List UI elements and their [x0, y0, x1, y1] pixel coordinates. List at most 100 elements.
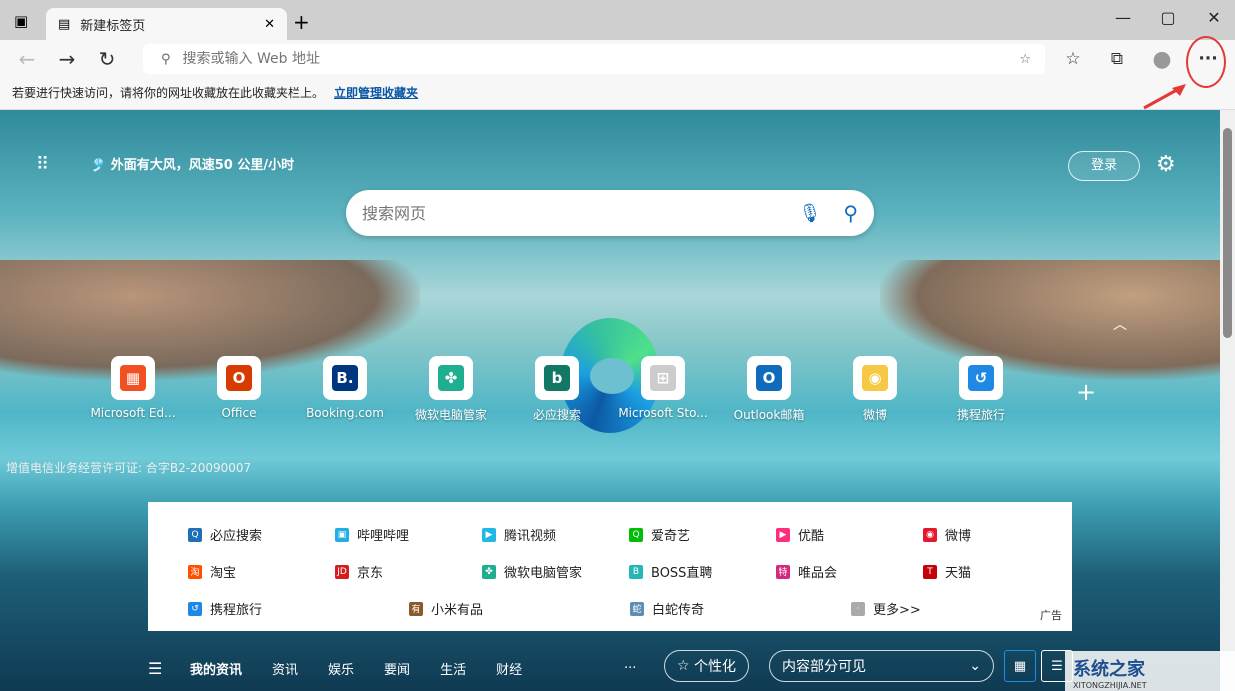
site-icon: 有 — [409, 601, 423, 616]
promoted-link[interactable]: ▶ 腾讯视频 — [482, 525, 629, 544]
chevron-down-icon: ⌄ — [969, 658, 981, 674]
address-input[interactable] — [182, 51, 1020, 67]
link-label: 微软电脑管家 — [504, 566, 583, 581]
add-site-icon[interactable]: + — [1076, 378, 1096, 406]
tab-actions-icon[interactable]: ▣ — [14, 12, 28, 30]
tile-label: Microsoft Sto... — [618, 406, 708, 420]
forward-icon[interactable]: → — [47, 47, 87, 71]
site-icon: Q — [629, 527, 643, 542]
refresh-icon[interactable]: ↻ — [87, 47, 127, 71]
promoted-link[interactable]: 有小米有品 — [409, 599, 630, 618]
site-icon: · — [851, 601, 865, 616]
promoted-link[interactable]: ✤ 微软电脑管家 — [482, 562, 629, 581]
quick-link-tile[interactable]: O Office — [186, 356, 292, 423]
tile-label: 必应搜索 — [532, 408, 581, 422]
link-label: 优酷 — [798, 529, 825, 544]
quick-link-tile[interactable]: B. Booking.com — [292, 356, 398, 423]
collections-icon[interactable]: ⧉ — [1103, 46, 1131, 72]
quick-link-tile[interactable]: ⊞ Microsoft Sto... — [610, 356, 716, 423]
visibility-select[interactable]: 内容部分可见 ⌄ — [769, 650, 994, 682]
site-icon: JD — [335, 564, 349, 579]
promoted-link[interactable]: · 更多>> — [851, 599, 1072, 618]
feed-tab[interactable]: 娱乐 — [328, 659, 354, 678]
link-label: 京东 — [357, 566, 384, 581]
tile-label: Microsoft Ed... — [90, 406, 176, 420]
site-icon: ◉ — [923, 527, 937, 542]
site-icon: B — [629, 564, 643, 579]
feed-tab[interactable]: 生活 — [440, 659, 466, 678]
promoted-link[interactable]: 蛇白蛇传奇 — [630, 599, 851, 618]
link-label: 唯品会 — [798, 566, 838, 581]
menu-icon[interactable]: ☰ — [148, 659, 162, 678]
grid-view-button[interactable]: ▦ — [1004, 650, 1036, 682]
web-search-box[interactable]: 🎙 ⚲ — [346, 190, 874, 236]
promoted-link[interactable]: ▶ 优酷 — [776, 525, 923, 544]
link-row: Q 必应搜索 ▣ 哔哩哔哩 ▶ 腾讯视频 Q 爱奇艺 ▶ 优酷 ◉ 微博 — [188, 516, 1072, 553]
promoted-link[interactable]: 淘淘宝 — [188, 562, 335, 581]
promoted-link[interactable]: ◉ 微博 — [923, 525, 1070, 544]
feed-tab[interactable]: 财经 — [496, 659, 522, 678]
site-icon: ▶ — [482, 527, 496, 542]
link-label: 哔哩哔哩 — [357, 529, 410, 544]
search-icon[interactable]: ⚲ — [843, 201, 858, 225]
address-bar[interactable]: ⚲ ☆ — [143, 44, 1045, 74]
web-search-input[interactable] — [362, 203, 799, 223]
scrollbar-thumb[interactable] — [1223, 128, 1232, 338]
link-label: 携程旅行 — [210, 603, 263, 618]
quick-links: ▦ Microsoft Ed... O Office B. Booking.com ✤ 微软电… — [80, 356, 1034, 423]
feed-tab-mine[interactable]: 我的资讯 — [190, 659, 242, 678]
weather-text[interactable]: 🎐 外面有大风，风速50 公里/小时 — [90, 154, 294, 173]
apps-launcher-icon[interactable]: ⠿ — [36, 154, 49, 175]
feed-tab[interactable]: 要闻 — [384, 659, 410, 678]
promoted-link[interactable]: 特唯品会 — [776, 562, 923, 581]
add-favorite-icon[interactable]: ☆ — [1019, 52, 1031, 67]
collapse-icon[interactable]: ︿ — [1113, 314, 1127, 334]
personalize-button[interactable]: ☆ 个性化 — [664, 650, 750, 682]
settings-icon[interactable]: ⚙ — [1156, 152, 1176, 177]
site-icon: T — [923, 564, 937, 579]
minimize-icon[interactable]: — — [1103, 8, 1143, 27]
site-icon: 淘 — [188, 564, 202, 579]
close-window-icon[interactable]: ✕ — [1194, 8, 1234, 27]
toolbar: ← → ↻ ⚲ ☆ ☆ ⧉ ● ··· — [0, 40, 1235, 78]
feed-nav: ☰ 我的资讯 资讯 娱乐 要闻 生活 财经 ··· ☆ 个性化 内容部分可见 ⌄ ▦ ☰ — [0, 645, 1220, 691]
back-icon[interactable]: ← — [7, 47, 47, 71]
feed-tab[interactable]: 资讯 — [272, 659, 298, 678]
tile-label: Office — [221, 406, 257, 420]
maximize-icon[interactable]: ▢ — [1148, 8, 1188, 27]
close-tab-icon[interactable]: ✕ — [264, 17, 275, 32]
promoted-link[interactable]: Q 爱奇艺 — [629, 525, 776, 544]
microphone-icon[interactable]: 🎙 — [798, 203, 821, 224]
manage-favorites-link[interactable]: 立即管理收藏夹 — [334, 86, 418, 100]
quick-link-tile[interactable]: O Outlook邮箱 — [716, 356, 822, 423]
site-icon: ↺ — [188, 601, 202, 616]
tab-title: 新建标签页 — [80, 18, 146, 34]
promoted-link[interactable]: ↺ 携程旅行 — [188, 599, 409, 618]
quick-link-tile[interactable]: ✤ 微软电脑管家 — [398, 356, 504, 423]
link-label: 小米有品 — [431, 603, 484, 618]
quick-link-tile[interactable]: ▦ Microsoft Ed... — [80, 356, 186, 423]
profile-icon[interactable]: ● — [1148, 46, 1176, 72]
quick-link-tile[interactable]: ↺ 携程旅行 — [928, 356, 1034, 423]
login-button[interactable]: 登录 — [1068, 151, 1140, 181]
promoted-link[interactable]: B BOSS直聘 — [629, 562, 776, 581]
new-tab-page: ⠿ 🎐 外面有大风，风速50 公里/小时 登录 ⚙ 🎙 ⚲ ︿ ▦ Microso… — [0, 110, 1220, 691]
tab-new-tab[interactable]: ▤ 新建标签页 ✕ — [46, 8, 287, 40]
favorites-bar: 若要进行快速访问，请将你的网址收藏放在此收藏夹栏上。 立即管理收藏夹 — [0, 78, 1235, 110]
quick-link-tile[interactable]: b 必应搜索 — [504, 356, 610, 423]
promoted-link[interactable]: T 天猫 — [923, 562, 1070, 581]
promoted-link[interactable]: JD 京东 — [335, 562, 482, 581]
scrollbar[interactable] — [1220, 110, 1235, 691]
new-tab-icon[interactable]: + — [293, 10, 310, 34]
link-label: 淘宝 — [210, 566, 237, 581]
promoted-link[interactable]: Q 必应搜索 — [188, 525, 335, 544]
quick-link-tile[interactable]: ◉ 微博 — [822, 356, 928, 423]
promoted-link[interactable]: ▣ 哔哩哔哩 — [335, 525, 482, 544]
site-icon: B. — [323, 356, 367, 400]
link-label: 腾讯视频 — [504, 529, 557, 544]
link-label: 天猫 — [945, 566, 972, 581]
feed-more-button[interactable]: ··· — [624, 661, 636, 676]
link-label: 更多>> — [873, 603, 921, 618]
site-icon: 蛇 — [630, 601, 644, 616]
favorites-icon[interactable]: ☆ — [1059, 46, 1087, 72]
